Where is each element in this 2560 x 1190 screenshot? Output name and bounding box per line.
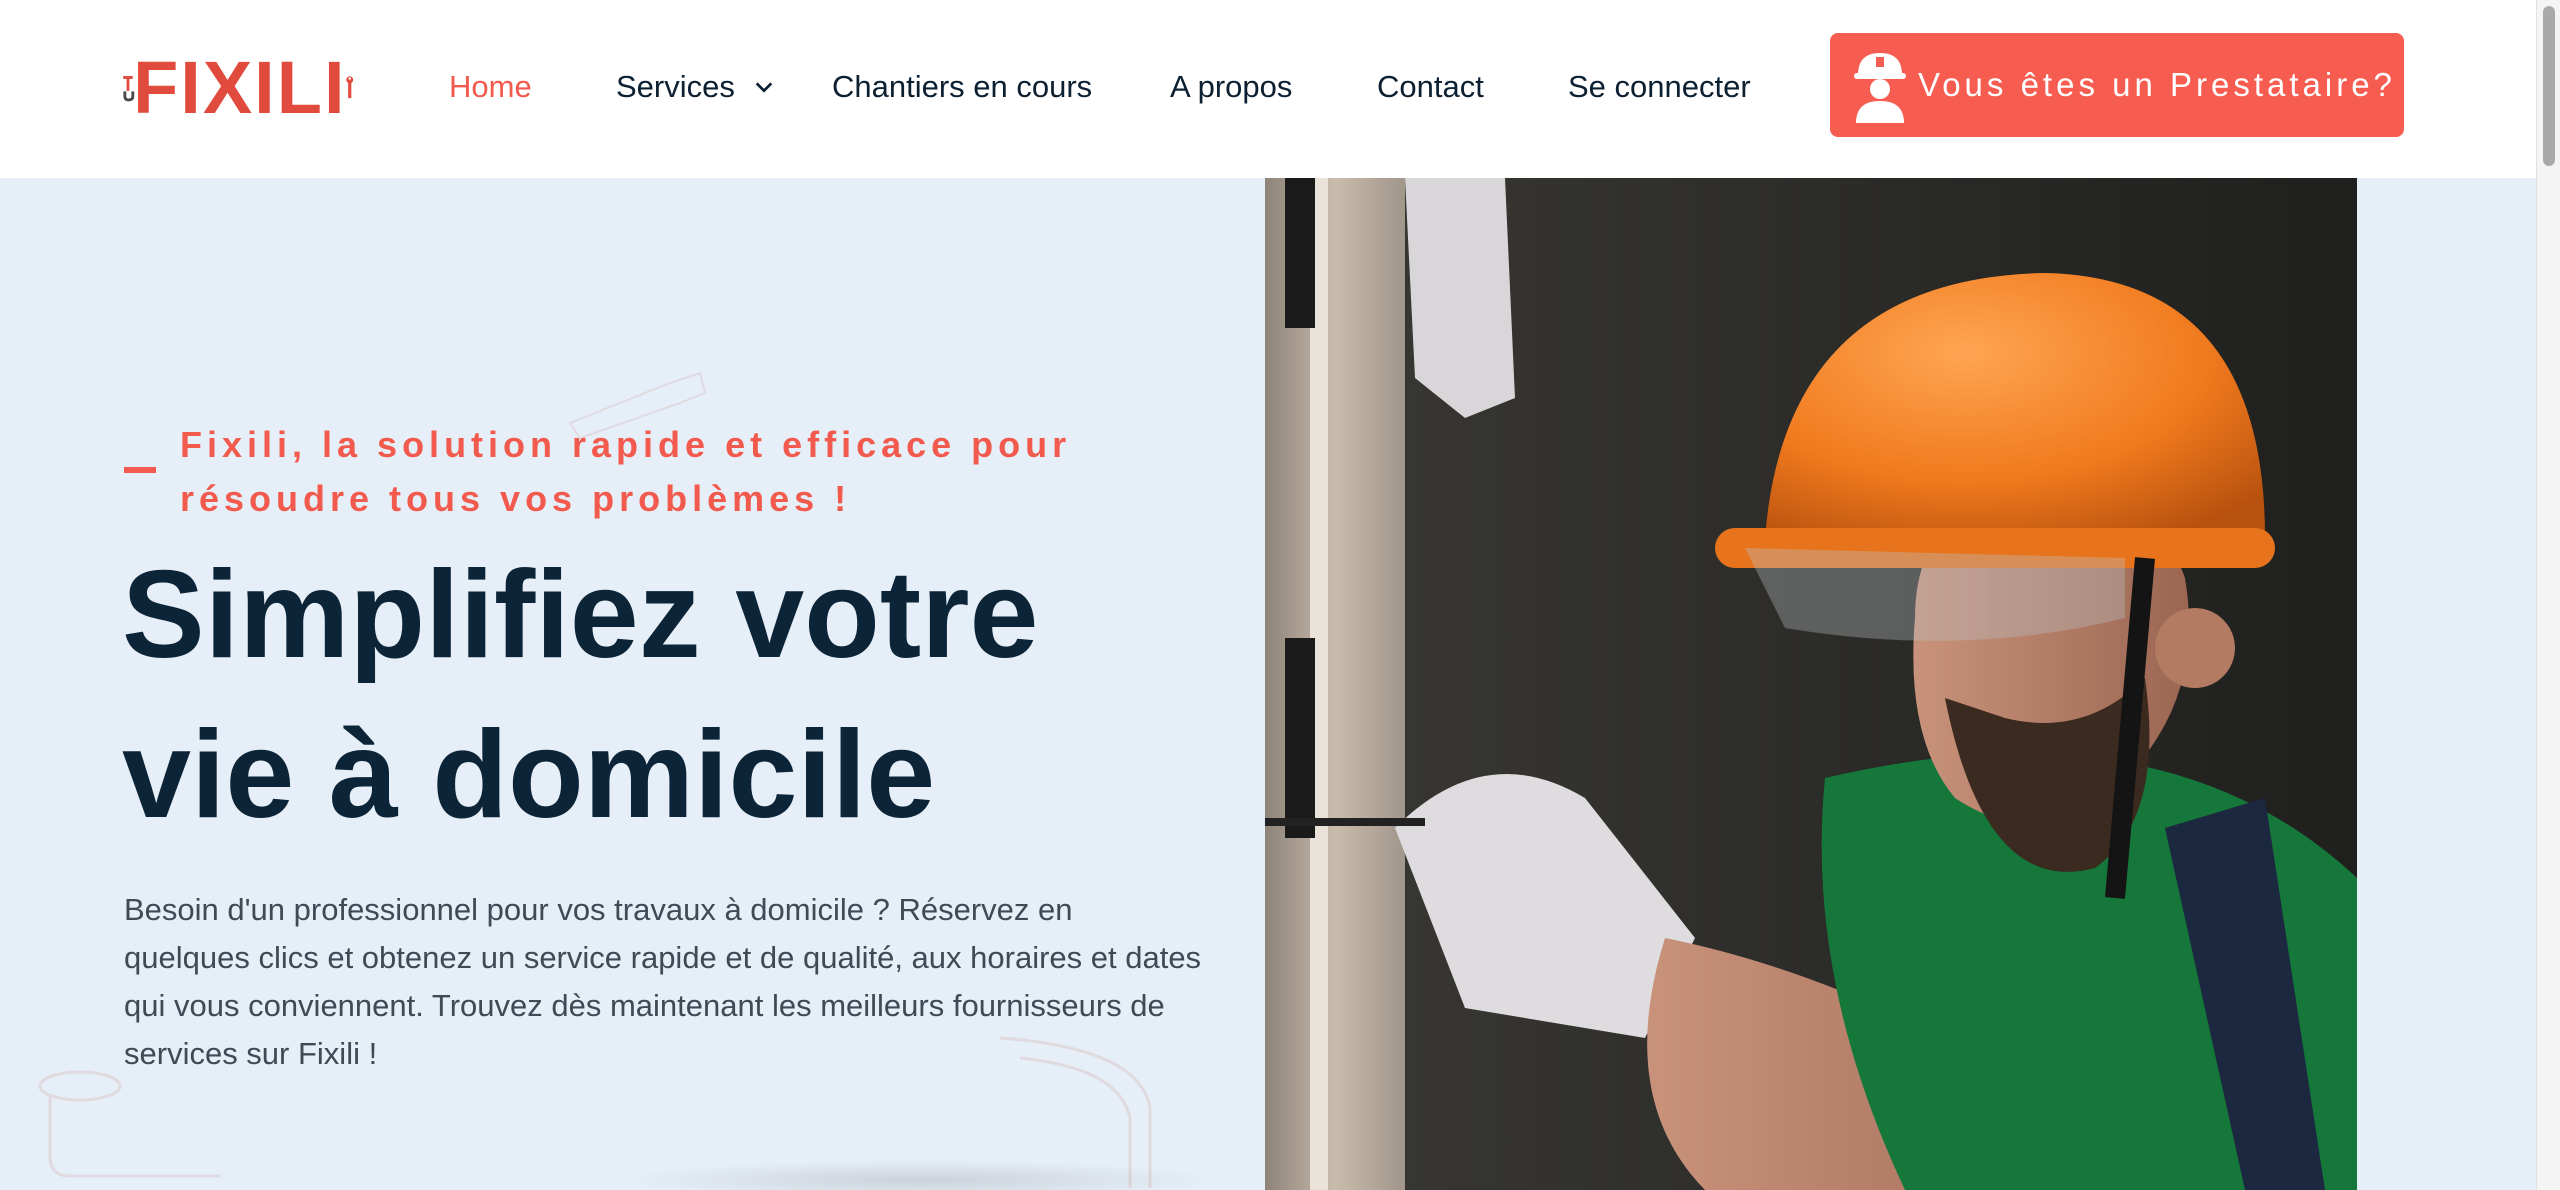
nav-home[interactable]: Home <box>449 62 532 112</box>
chevron-down-icon[interactable] <box>753 76 775 98</box>
nav-chantiers[interactable]: Chantiers en cours <box>832 62 1092 112</box>
site-header: FIXILI Home Services Chantiers en cours … <box>0 0 2536 178</box>
pipe-wrench-logo-icon <box>123 76 135 102</box>
hero-image <box>1265 178 2357 1190</box>
provider-cta-label: Vous êtes un Prestataire? <box>1918 66 2396 103</box>
nav-login[interactable]: Se connecter <box>1568 62 1751 112</box>
tagline-dash <box>124 467 156 473</box>
nav-services-link[interactable]: Services <box>616 69 735 105</box>
nav-contact-link[interactable]: Contact <box>1377 69 1484 105</box>
hero-description: Besoin d'un professionnel pour vos trava… <box>124 892 1202 1071</box>
worker-photo <box>1265 178 2357 1190</box>
vertical-scrollbar[interactable] <box>2536 0 2560 1190</box>
wrench-icon <box>345 76 353 99</box>
nav-apropos-link[interactable]: A propos <box>1170 69 1292 105</box>
nav-login-link[interactable]: Se connecter <box>1568 69 1751 105</box>
nav-services[interactable]: Services <box>616 62 775 112</box>
decorative-pipe-icon <box>38 1070 220 1178</box>
hero-headline-line2: vie à domicile <box>122 706 936 844</box>
scrollbar-thumb[interactable] <box>2543 6 2555 166</box>
nav-home-link[interactable]: Home <box>449 69 532 105</box>
worker-icon <box>1854 53 1906 123</box>
nav-apropos[interactable]: A propos <box>1170 62 1292 112</box>
hero-headline-line1: Simplifiez votre <box>122 546 1039 684</box>
hero-tagline: Fixili, la solution rapide et efficace p… <box>180 424 1072 519</box>
nav-chantiers-link[interactable]: Chantiers en cours <box>832 69 1092 105</box>
hero-headline: Simplifiez votre vie à domicile <box>122 535 1222 855</box>
nav-contact[interactable]: Contact <box>1377 62 1484 112</box>
section-shadow <box>620 1160 1220 1190</box>
provider-cta-button[interactable]: Vous êtes un Prestataire? <box>1830 33 2404 137</box>
page: FIXILI Home Services Chantiers en cours … <box>0 0 2560 1190</box>
logo-text: FIXILI <box>133 46 347 129</box>
fixili-logo[interactable]: FIXILI <box>122 40 354 136</box>
